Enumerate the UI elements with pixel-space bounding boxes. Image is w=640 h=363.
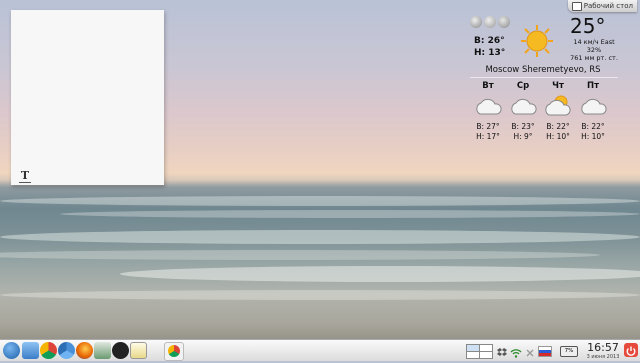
forecast-low: Н: 10° — [581, 132, 605, 141]
forecast-day-label: Пт — [586, 81, 600, 91]
desktop-toolbox-label: Рабочий стол — [583, 2, 633, 10]
forecast-day: Ср В: 23° Н: 9° — [505, 81, 541, 142]
forecast-low: Н: 9° — [513, 132, 533, 141]
network-icon[interactable] — [510, 344, 522, 358]
clock-date[interactable]: 3 июня 2013 — [584, 354, 622, 360]
weather-refresh-icon[interactable] — [498, 16, 510, 28]
pager-desktop[interactable] — [479, 351, 493, 359]
chrome-window-icon[interactable] — [164, 342, 184, 361]
keyboard-layout-icon[interactable] — [538, 346, 552, 357]
current-temperature: 25° — [570, 14, 606, 38]
clock-time[interactable]: 16:57 — [586, 341, 620, 354]
forecast-day-label: Ср — [516, 81, 530, 91]
weather-pin-icon[interactable] — [484, 16, 496, 28]
battery-indicator[interactable]: 7% — [560, 346, 578, 357]
pager-desktop[interactable] — [466, 351, 480, 359]
today-high-temp: В: 26° — [474, 36, 505, 46]
note-widget[interactable] — [11, 10, 164, 185]
sun-icon — [521, 25, 553, 57]
desktop-icon — [571, 2, 582, 11]
weather-widget: В: 26° Н: 13° 25° 14 км/ч East 32% 761 м… — [468, 14, 628, 154]
weather-settings-icon[interactable] — [470, 16, 482, 28]
forecast-low: Н: 17° — [476, 132, 500, 141]
power-icon — [626, 346, 636, 356]
cloud-icon — [511, 98, 537, 115]
sun-cloud-icon — [545, 95, 571, 116]
forecast-day: Вт В: 27° Н: 17° — [470, 81, 506, 142]
file-manager-icon[interactable] — [22, 342, 39, 359]
today-low-temp: Н: 13° — [474, 48, 506, 58]
humidity-value: 32% — [586, 46, 602, 54]
pressure-value: 761 мм рт. ст. — [570, 54, 618, 62]
skype-icon[interactable] — [94, 342, 111, 359]
forecast-high: В: 22° — [546, 122, 570, 131]
weather-divider — [470, 77, 618, 78]
power-button[interactable] — [624, 343, 638, 357]
forecast-high: В: 22° — [581, 122, 605, 131]
dropbox-icon[interactable] — [496, 344, 508, 356]
chrome-icon[interactable] — [40, 342, 57, 359]
desktop-toolbox[interactable]: Рабочий стол — [567, 0, 637, 12]
forecast-day-label: Вт — [482, 81, 494, 91]
text-format-icon[interactable]: T — [19, 170, 31, 183]
close-notifications-icon[interactable] — [524, 344, 536, 357]
forecast-low: Н: 10° — [546, 132, 570, 141]
text-editor-icon[interactable] — [130, 342, 147, 359]
chromium-icon[interactable] — [58, 342, 75, 359]
desktop-pager[interactable] — [466, 344, 493, 359]
forecast-day: Чт В: 22° Н: 10° — [540, 81, 576, 142]
firefox-icon[interactable] — [76, 342, 93, 359]
cloud-icon — [476, 98, 502, 115]
wind-value: 14 км/ч East — [573, 38, 615, 46]
forecast-day-label: Чт — [552, 81, 564, 91]
chrome-icon — [168, 345, 180, 357]
weather-location: Moscow Sheremetyevo, RS — [485, 65, 601, 75]
cloud-icon — [581, 98, 607, 115]
forecast-high: В: 27° — [476, 122, 500, 131]
kde-menu-icon[interactable] — [3, 342, 20, 359]
forecast-day: Пт В: 22° Н: 10° — [575, 81, 611, 142]
font-manager-icon[interactable] — [112, 342, 129, 359]
taskbar: 7% 16:57 3 июня 2013 — [0, 339, 640, 361]
forecast-high: В: 23° — [511, 122, 535, 131]
